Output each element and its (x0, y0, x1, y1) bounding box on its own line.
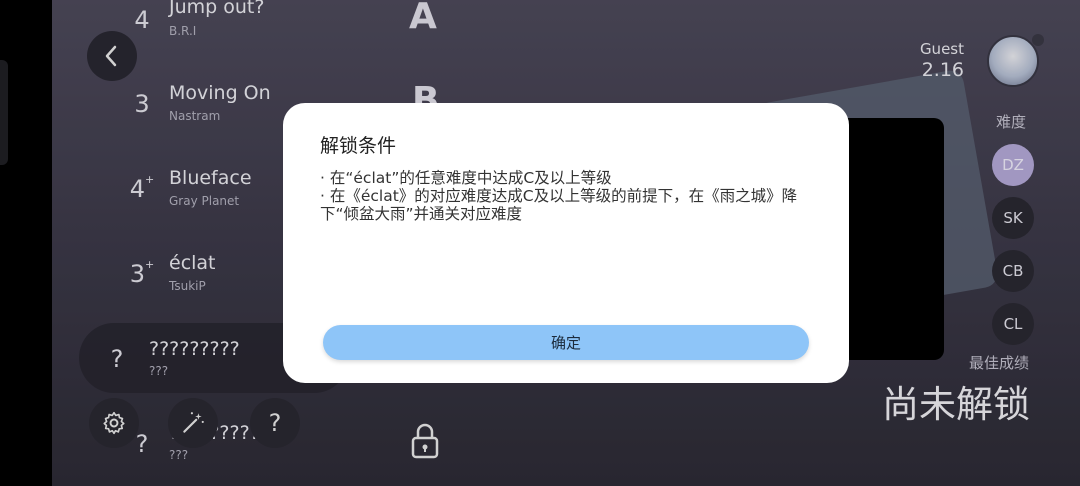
unlock-conditions-dialog: 解锁条件 · 在“éclat”的任意难度中达成C及以上等级 · 在《éclat》… (283, 103, 849, 383)
confirm-button[interactable]: 确定 (323, 325, 809, 360)
unlock-condition-2: · 在《éclat》的对应难度达成C及以上等级的前提下，在《雨之城》降下“倾盆大… (320, 187, 798, 223)
device-edge-tab (0, 60, 8, 165)
dialog-body: · 在“éclat”的任意难度中达成C及以上等级 · 在《éclat》的对应难度… (320, 169, 820, 223)
dialog-title: 解锁条件 (320, 135, 397, 157)
unlock-condition-1: · 在“éclat”的任意难度中达成C及以上等级 (320, 169, 612, 187)
